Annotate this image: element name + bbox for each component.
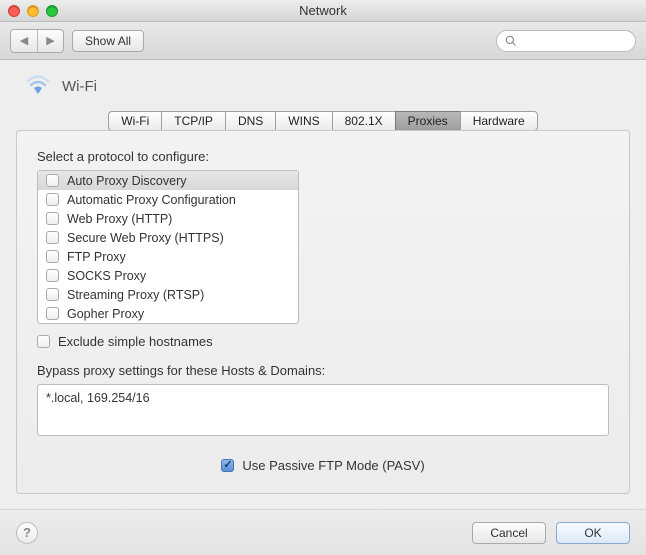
tab-dns[interactable]: DNS xyxy=(225,111,275,131)
protocol-checkbox[interactable] xyxy=(46,231,59,244)
footer: ? Cancel OK xyxy=(0,509,646,555)
protocol-checkbox[interactable] xyxy=(46,212,59,225)
protocol-checkbox[interactable] xyxy=(46,174,59,187)
exclude-simple-checkbox[interactable] xyxy=(37,335,50,348)
exclude-simple-row[interactable]: Exclude simple hostnames xyxy=(37,334,609,349)
protocol-checkbox[interactable] xyxy=(46,288,59,301)
protocol-row[interactable]: Web Proxy (HTTP) xyxy=(38,209,298,228)
window-title: Network xyxy=(0,3,646,18)
search-input[interactable] xyxy=(496,30,636,52)
search-icon xyxy=(505,35,517,47)
tab-wi-fi[interactable]: Wi-Fi xyxy=(108,111,161,131)
tab-proxies[interactable]: Proxies xyxy=(395,111,460,131)
passive-ftp-checkbox[interactable] xyxy=(221,459,234,472)
passive-ftp-label: Use Passive FTP Mode (PASV) xyxy=(242,458,424,473)
ok-button[interactable]: OK xyxy=(556,522,630,544)
tab-hardware[interactable]: Hardware xyxy=(460,111,538,131)
protocol-row[interactable]: Gopher Proxy xyxy=(38,304,298,323)
tab-wins[interactable]: WINS xyxy=(275,111,331,131)
protocol-checkbox[interactable] xyxy=(46,307,59,320)
cancel-button[interactable]: Cancel xyxy=(472,522,546,544)
protocol-checkbox[interactable] xyxy=(46,193,59,206)
toolbar: ◀ ▶ Show All xyxy=(0,22,646,60)
help-button[interactable]: ? xyxy=(16,522,38,544)
show-all-button[interactable]: Show All xyxy=(72,30,144,52)
protocol-row[interactable]: Auto Proxy Discovery xyxy=(38,171,298,190)
titlebar: Network xyxy=(0,0,646,22)
tab-tcp-ip[interactable]: TCP/IP xyxy=(161,111,225,131)
protocol-label: Automatic Proxy Configuration xyxy=(67,193,236,207)
bypass-label: Bypass proxy settings for these Hosts & … xyxy=(37,363,609,378)
content-area: Wi-Fi Wi-FiTCP/IPDNSWINS802.1XProxiesHar… xyxy=(0,60,646,555)
passive-ftp-row[interactable]: Use Passive FTP Mode (PASV) xyxy=(37,458,609,473)
protocol-row[interactable]: Streaming Proxy (RTSP) xyxy=(38,285,298,304)
protocol-label: Gopher Proxy xyxy=(67,307,144,321)
connection-header: Wi-Fi xyxy=(8,70,638,111)
protocol-row[interactable]: FTP Proxy xyxy=(38,247,298,266)
bypass-textarea[interactable]: *.local, 169.254/16 xyxy=(37,384,609,436)
protocol-label: Secure Web Proxy (HTTPS) xyxy=(67,231,224,245)
forward-button[interactable]: ▶ xyxy=(37,30,63,52)
tab-bar: Wi-FiTCP/IPDNSWINS802.1XProxiesHardware xyxy=(8,111,638,131)
protocol-checkbox[interactable] xyxy=(46,250,59,263)
proxies-panel: Select a protocol to configure: Auto Pro… xyxy=(16,130,630,494)
protocol-list[interactable]: Auto Proxy Discovery Automatic Proxy Conf… xyxy=(37,170,299,324)
back-button[interactable]: ◀ xyxy=(11,30,37,52)
protocol-label: Web Proxy (HTTP) xyxy=(67,212,172,226)
protocol-label: FTP Proxy xyxy=(67,250,126,264)
nav-buttons: ◀ ▶ xyxy=(10,29,64,53)
protocol-row[interactable]: Secure Web Proxy (HTTPS) xyxy=(38,228,298,247)
select-protocol-label: Select a protocol to configure: xyxy=(37,149,609,164)
wifi-icon xyxy=(24,74,52,99)
protocol-row[interactable]: SOCKS Proxy xyxy=(38,266,298,285)
tab-802-1x[interactable]: 802.1X xyxy=(332,111,395,131)
bypass-value: *.local, 169.254/16 xyxy=(46,391,150,405)
protocol-label: Streaming Proxy (RTSP) xyxy=(67,288,204,302)
protocol-row[interactable]: Automatic Proxy Configuration xyxy=(38,190,298,209)
protocol-checkbox[interactable] xyxy=(46,269,59,282)
connection-name: Wi-Fi xyxy=(62,78,97,95)
protocol-label: SOCKS Proxy xyxy=(67,269,146,283)
exclude-simple-label: Exclude simple hostnames xyxy=(58,334,213,349)
protocol-label: Auto Proxy Discovery xyxy=(67,174,186,188)
